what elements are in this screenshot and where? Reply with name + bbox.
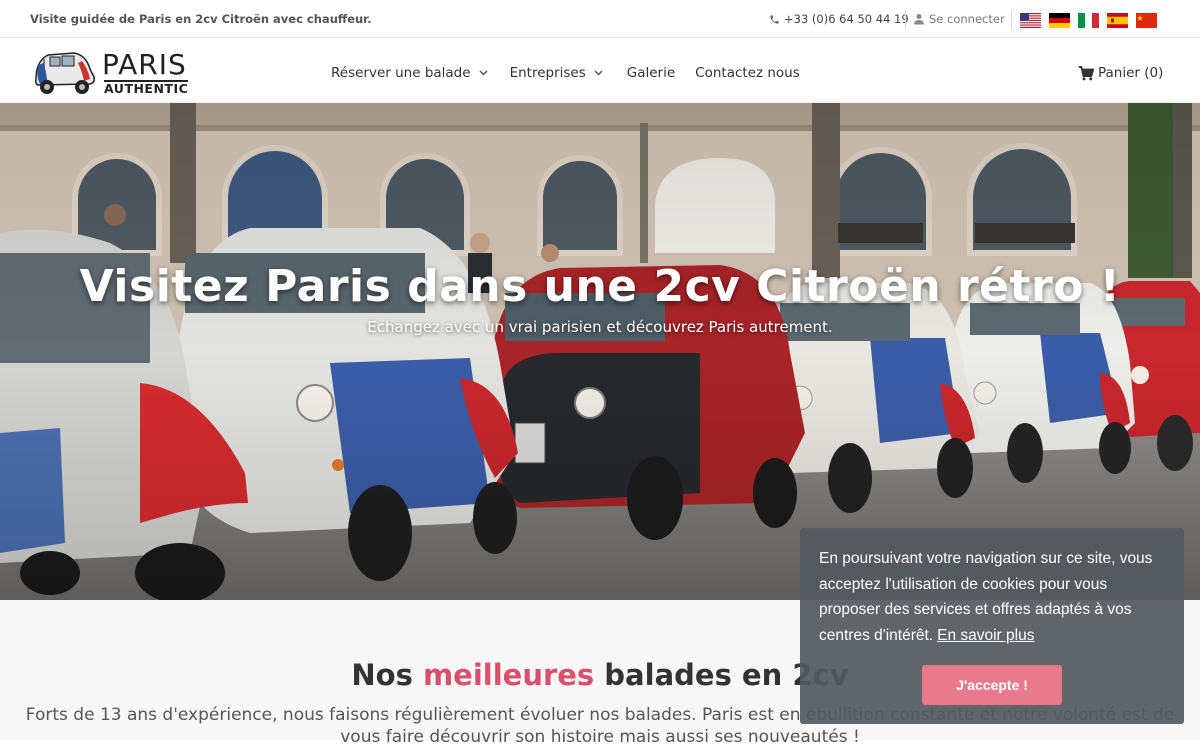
language-switcher <box>1020 13 1157 28</box>
chevron-down-icon <box>594 68 603 79</box>
tagline: Visite guidée de Paris en 2cv Citroën av… <box>30 12 372 26</box>
nav-item-contact[interactable]: Contactez nous <box>695 65 800 81</box>
logo-text-paris: PARIS <box>102 48 187 81</box>
nav-item-book-tour[interactable]: Réserver une balade <box>331 65 488 81</box>
nav-label: Galerie <box>626 65 676 81</box>
login-label: Se connecter <box>929 12 1005 26</box>
nav-item-companies[interactable]: Entreprises <box>510 65 603 81</box>
phone-link[interactable]: +33 (0)6 64 50 44 19 <box>769 12 909 26</box>
italy-flag-icon[interactable] <box>1078 13 1099 28</box>
phone-number: +33 (0)6 64 50 44 19 <box>784 12 909 26</box>
title-accent: meilleures <box>422 658 595 692</box>
hero-2cv-cars-photo <box>0 103 1200 600</box>
nav-item-gallery[interactable]: Galerie <box>627 65 675 81</box>
main-nav: Réserver une balade Entreprises Galerie … <box>331 65 800 81</box>
nav-label: Entreprises <box>509 65 586 81</box>
user-icon <box>914 14 924 25</box>
logo-text-authentic: AUTHENTIC <box>104 80 189 96</box>
china-flag-icon[interactable] <box>1136 13 1157 28</box>
hero-title: Visitez Paris dans une 2cv Citroën rétro… <box>79 261 1121 312</box>
learn-more-link[interactable]: En savoir plus <box>937 627 1034 644</box>
spain-flag-icon[interactable] <box>1107 13 1128 28</box>
cart-link[interactable]: Panier (0) <box>1078 65 1163 81</box>
cookie-banner: En poursuivant votre navigation sur ce s… <box>800 528 1184 724</box>
germany-flag-icon[interactable] <box>1049 13 1070 28</box>
divider <box>1011 10 1012 30</box>
cart-icon <box>1078 65 1094 80</box>
chevron-down-icon <box>479 68 488 79</box>
top-bar: Visite guidée de Paris en 2cv Citroën av… <box>0 0 1200 38</box>
cart-label: Panier (0) <box>1098 65 1164 81</box>
divider <box>905 10 906 30</box>
phone-icon <box>770 14 779 24</box>
us-flag-icon[interactable] <box>1020 13 1041 28</box>
nav-label: Réserver une balade <box>331 65 471 81</box>
2cv-car-logo-icon <box>35 52 95 94</box>
main-header: PARIS AUTHENTIC Réserver une balade Entr… <box>0 38 1200 103</box>
nav-label: Contactez nous <box>695 65 800 81</box>
cookie-message: En poursuivant votre navigation sur ce s… <box>819 546 1171 648</box>
title-part: Nos <box>351 658 423 692</box>
hero-banner: Visitez Paris dans une 2cv Citroën rétro… <box>0 103 1200 600</box>
login-link[interactable]: Se connecter <box>913 12 1005 26</box>
hero-subtitle: Echangez avec un vrai parisien et découv… <box>367 318 833 336</box>
accept-cookies-button[interactable]: J'accepte ! <box>922 665 1062 705</box>
site-logo[interactable]: PARIS AUTHENTIC <box>30 47 190 97</box>
